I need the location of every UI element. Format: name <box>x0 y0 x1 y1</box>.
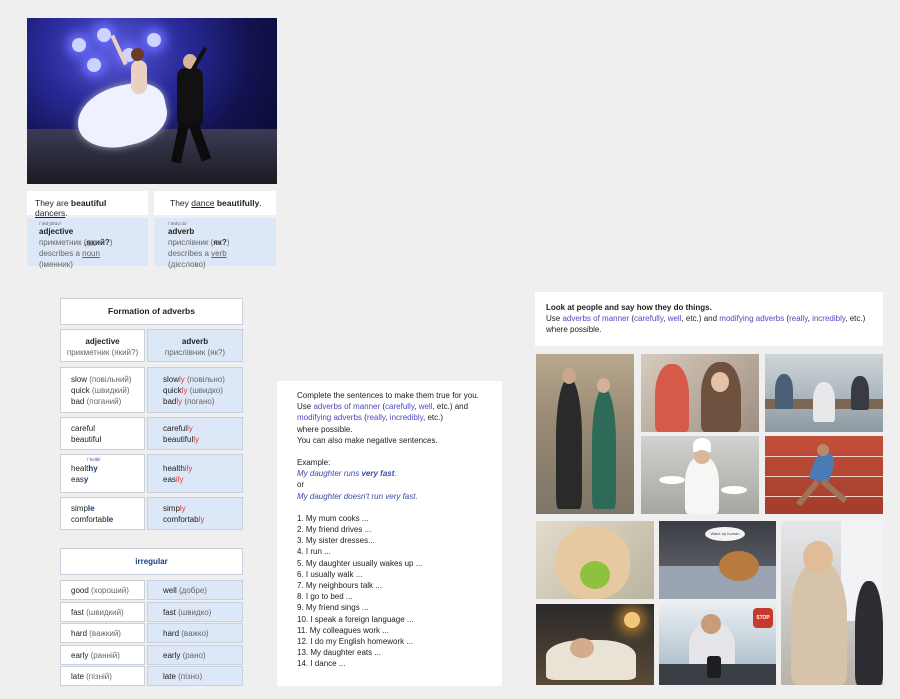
photo-driver-on-phone: STOP <box>659 604 776 685</box>
dancers-photo <box>27 18 277 184</box>
irregular-adjective: good (хороший) <box>60 580 145 600</box>
list-item: 4. I run ... <box>297 547 331 557</box>
irregular-title: irregular <box>60 548 243 575</box>
adverb-term: adverb <box>168 227 195 236</box>
photo-office-workers <box>765 354 883 432</box>
formation-title: Formation of adverbs <box>60 298 243 325</box>
group1-adjectives: slow (повільний) quick (швидкий) bad (по… <box>60 367 145 413</box>
photo-cat-on-bed: Wake up human <box>659 521 776 599</box>
irregular-adverb: late (пізно) <box>147 666 243 686</box>
task-title: Look at people and say how they do thing… <box>546 303 712 312</box>
group3-adverbs: healthily easily <box>147 454 243 493</box>
list-item: 7. My neighbours talk ... <box>297 580 382 590</box>
irregular-adverb: early (рано) <box>147 645 243 665</box>
list-item: 13. My daughter eats ... <box>297 648 382 658</box>
stop-sign: STOP <box>753 608 773 628</box>
example-sentence-negative: My daughter doesn't run very fast. <box>297 491 418 501</box>
irregular-adverb: hard (важко) <box>147 623 243 643</box>
group1-adverbs: slowly (повільно) quickly (швидко) badly… <box>147 367 243 413</box>
photo-woman-eating-apple <box>536 521 654 599</box>
group3-adjectives: /ˈhelθi/ healthy easy <box>60 454 145 493</box>
list-item: 5. My daughter usually wakes up ... <box>297 558 423 568</box>
irregular-adverb: fast (швидко) <box>147 602 243 622</box>
sentence-adverb: They dance beautifully. <box>154 191 276 215</box>
adjective-term: adjective <box>39 227 74 236</box>
exercise-list: 1. My mum cooks ... 2. My friend drives … <box>297 513 482 670</box>
photo-woman-listening <box>781 521 883 685</box>
photo-chef <box>641 436 759 514</box>
photo-runner <box>765 436 883 514</box>
adverb-definition: /ˈædvɜːb/ adverb прислівник (як?) descri… <box>154 218 276 269</box>
speech-bubble: Wake up human <box>705 527 745 541</box>
group4-adjectives: simple comfortable <box>60 497 145 530</box>
irregular-adjective: fast (швидкий) <box>60 602 145 622</box>
photo-women-laughing <box>641 354 759 432</box>
photo-sleepy-person <box>536 604 654 685</box>
list-item: 8. I go to bed ... <box>297 592 353 602</box>
group4-adverbs: simply comfortably <box>147 497 243 530</box>
list-item: 12. I do my English homework ... <box>297 636 414 646</box>
header-adjective: adjective прикметник (який?) <box>60 329 145 362</box>
list-item: 6. I usually walk ... <box>297 569 363 579</box>
list-item: 2. My friend drives ... <box>297 525 372 535</box>
photo-women-walking <box>536 354 634 514</box>
exercise-card: Complete the sentences to make them true… <box>277 381 502 686</box>
list-item: 9. My friend sings ... <box>297 603 369 613</box>
group2-adjectives: careful beautiful <box>60 417 145 450</box>
irregular-adjective: late (пізній) <box>60 666 145 686</box>
sentence-adjective: They are beautiful dancers. <box>27 191 148 218</box>
exercise-instruction: Complete the sentences to make them true… <box>297 391 479 400</box>
list-item: 1. My mum cooks ... <box>297 513 369 523</box>
list-item: 14. I dance ... <box>297 659 346 669</box>
irregular-adjective: hard (важкий) <box>60 623 145 643</box>
example-label: Example: <box>297 458 331 468</box>
list-item: 3. My sister dresses... <box>297 536 375 546</box>
group2-adverbs: carefully beautifully <box>147 417 243 450</box>
irregular-adverb: well (добре) <box>147 580 243 600</box>
header-adverb: adverb прислівник (як?) <box>147 329 243 362</box>
adjective-definition: /ˈædʒɪktɪv/ adjective прикметник (який?)… <box>27 218 148 269</box>
noun-transcription: /naʊn/ <box>84 242 97 247</box>
example-sentence: My daughter runs very fast. <box>297 469 397 479</box>
irregular-adjective: early (ранній) <box>60 645 145 665</box>
list-item: 11. My colleagues work ... <box>297 625 389 635</box>
people-task-card: Look at people and say how they do thing… <box>535 292 883 346</box>
list-item: 10. I speak a foreign language ... <box>297 614 414 624</box>
